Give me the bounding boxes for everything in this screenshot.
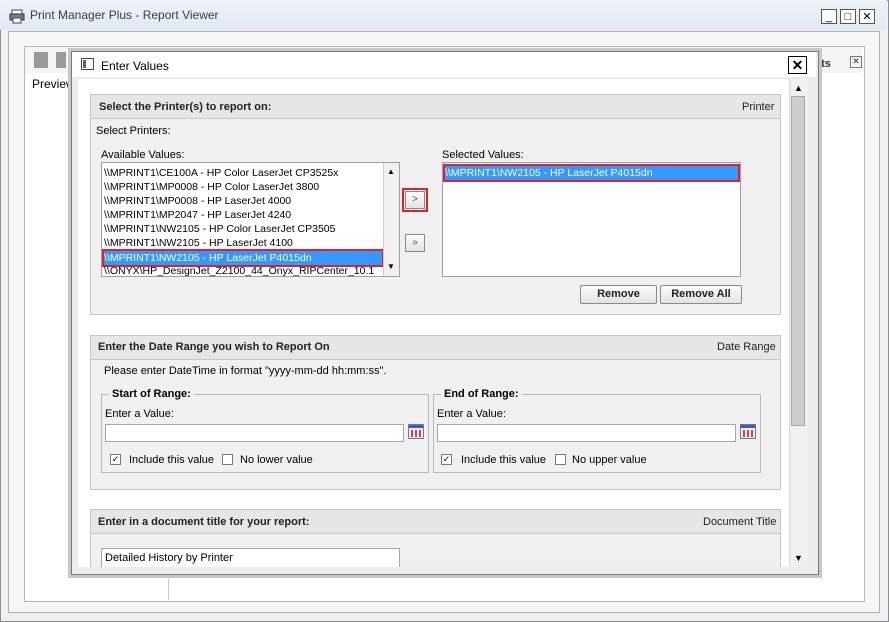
- minimize-button[interactable]: _: [821, 9, 837, 24]
- document-title-section-title: Enter in a document title for your repor…: [98, 516, 310, 528]
- end-calendar-icon[interactable]: [740, 424, 756, 439]
- list-item-selected[interactable]: \\MPRINT1\NW2105 - HP LaserJet P4015dn: [102, 249, 384, 267]
- start-range-legend: Start of Range:: [109, 388, 194, 400]
- add-button[interactable]: >: [405, 191, 425, 209]
- date-range-section-tag: Date Range: [717, 341, 776, 353]
- start-value-input[interactable]: [105, 424, 404, 442]
- selected-values-list[interactable]: \\MPRINT1\NW2105 - HP LaserJet P4015dn: [442, 162, 741, 277]
- document-title-section-tag: Document Title: [703, 516, 777, 528]
- print-icon[interactable]: [56, 52, 66, 68]
- list-item-selected[interactable]: \\MPRINT1\NW2105 - HP LaserJet P4015dn: [443, 164, 740, 182]
- list-item[interactable]: \\MPRINT1\MP0008 - HP LaserJet 4000: [104, 194, 382, 208]
- add-all-button[interactable]: »: [405, 234, 425, 252]
- no-lower-value-label: No lower value: [240, 454, 313, 466]
- dialog-scroll-thumb[interactable]: [791, 96, 805, 426]
- scroll-up-icon[interactable]: ▲: [384, 165, 398, 179]
- end-include-checkbox[interactable]: ✓: [441, 454, 452, 465]
- available-list-scrollbar[interactable]: ▲ ▼: [383, 163, 399, 276]
- list-item[interactable]: \\MPRINT1\NW2105 - HP Color LaserJet CP3…: [104, 222, 382, 236]
- datetime-format-hint: Please enter DateTime in format "yyyy-mm…: [104, 365, 387, 377]
- panel-close-icon[interactable]: ✕: [850, 56, 862, 68]
- window-title: Print Manager Plus - Report Viewer: [30, 8, 219, 22]
- dialog-scroll-down-icon[interactable]: ▼: [790, 550, 807, 566]
- list-item[interactable]: \\ONYX\HP_DesignJet_Z2100_44_Onyx_RIPCen…: [104, 264, 382, 278]
- start-include-checkbox[interactable]: ✓: [110, 454, 121, 465]
- start-calendar-icon[interactable]: [408, 424, 424, 439]
- end-value-input[interactable]: [437, 424, 736, 442]
- selected-values-label: Selected Values:: [442, 149, 524, 161]
- document-title-input[interactable]: Detailed History by Printer: [101, 548, 400, 567]
- remove-all-button[interactable]: Remove All: [660, 285, 742, 304]
- printer-app-icon: [9, 9, 25, 24]
- no-upper-value-label: No upper value: [572, 454, 647, 466]
- list-item[interactable]: \\MPRINT1\MP2047 - HP LaserJet 4240: [104, 208, 382, 222]
- dialog-scroll-up-icon[interactable]: ▲: [790, 80, 807, 96]
- maximize-button[interactable]: □: [840, 9, 856, 24]
- window-close-button[interactable]: ✕: [859, 9, 875, 24]
- no-upper-value-checkbox[interactable]: [555, 454, 566, 465]
- printer-section-tag: Printer: [742, 101, 775, 113]
- select-printers-label: Select Printers:: [96, 125, 171, 137]
- start-include-label: Include this value: [129, 454, 214, 466]
- export-icon[interactable]: [34, 52, 48, 68]
- date-range-section-title: Enter the Date Range you wish to Report …: [98, 341, 330, 353]
- remove-button[interactable]: Remove: [580, 285, 657, 304]
- scroll-down-icon[interactable]: ▼: [384, 260, 398, 274]
- tab-preview[interactable]: Preview: [32, 77, 75, 91]
- dialog-icon: [81, 58, 94, 70]
- available-values-label: Available Values:: [101, 149, 185, 161]
- list-item[interactable]: \\MPRINT1\NW2105 - HP LaserJet 4100: [104, 236, 382, 250]
- end-include-label: Include this value: [461, 454, 546, 466]
- start-enter-label: Enter a Value:: [105, 408, 174, 420]
- dialog-close-button[interactable]: ✕: [788, 56, 807, 74]
- end-enter-label: Enter a Value:: [437, 408, 506, 420]
- list-item[interactable]: \\MPRINT1\CE100A - HP Color LaserJet CP3…: [104, 166, 382, 180]
- dialog-title-bar: [72, 52, 816, 77]
- list-item[interactable]: \\MPRINT1\MP0008 - HP Color LaserJet 380…: [104, 180, 382, 194]
- end-range-legend: End of Range:: [441, 388, 522, 400]
- dialog-title: Enter Values: [101, 59, 169, 73]
- no-lower-value-checkbox[interactable]: [222, 454, 233, 465]
- available-values-list[interactable]: \\MPRINT1\CE100A - HP Color LaserJet CP3…: [101, 162, 400, 277]
- printer-section-title: Select the Printer(s) to report on:: [99, 101, 272, 113]
